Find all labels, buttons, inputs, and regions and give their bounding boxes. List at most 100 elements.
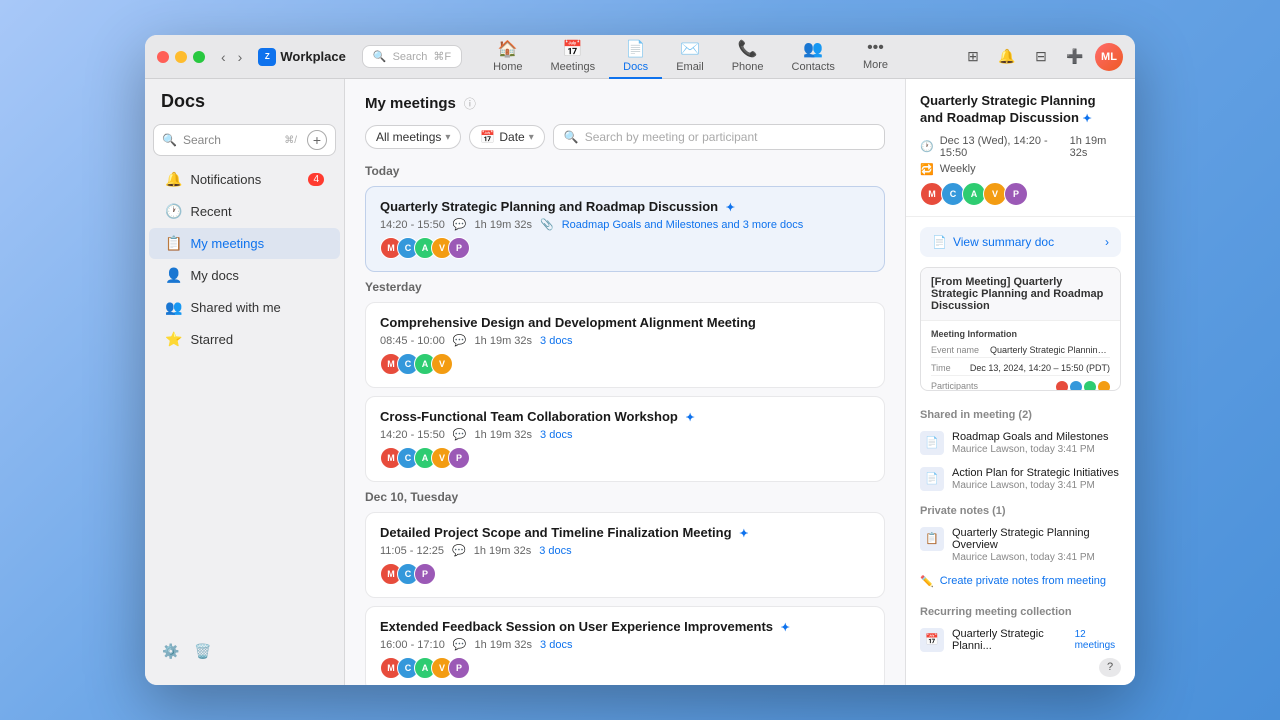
starred-icon: ⭐ <box>165 331 182 348</box>
recurring-meeting-item[interactable]: 📅 Quarterly Strategic Planni... 12 meeti… <box>906 622 1135 658</box>
shared-doc-info-1: Action Plan for Strategic Initiatives Ma… <box>952 467 1119 491</box>
sidebar-nav: 🔔 Notifications 4 🕐 Recent 📋 My meetings… <box>145 164 344 355</box>
shared-doc-1[interactable]: 📄 Action Plan for Strategic Initiatives … <box>906 461 1135 497</box>
more-icon: ••• <box>867 39 884 57</box>
add-button[interactable]: ➕ <box>1061 43 1089 71</box>
meeting-search-bar[interactable]: 🔍 Search by meeting or participant <box>553 124 885 150</box>
title-bar: ‹ › Z Workplace 🔍 Search ⌘F 🏠 Home 📅 Mee… <box>145 35 1135 79</box>
nav-phone[interactable]: 📞 Phone <box>718 35 778 79</box>
sidebar-search-icon: 🔍 <box>162 133 177 147</box>
meeting-card-2[interactable]: Cross-Functional Team Collaboration Work… <box>365 396 885 482</box>
meeting-docs-1[interactable]: 3 docs <box>540 335 572 347</box>
phone-icon: 📞 <box>738 39 758 59</box>
meeting-plus-icon: ✦ <box>1083 113 1092 125</box>
back-button[interactable]: ‹ <box>217 47 230 67</box>
brand-name: Workplace <box>280 49 346 64</box>
apps-button[interactable]: ⊞ <box>959 43 987 71</box>
shared-doc-title-1: Action Plan for Strategic Initiatives <box>952 467 1119 479</box>
sidebar-add-button[interactable]: + <box>307 130 327 150</box>
sidebar: Docs 🔍 Search ⌘/ + 🔔 Notifications 4 🕐 R… <box>145 79 345 685</box>
email-icon: ✉️ <box>680 39 700 59</box>
trash-button[interactable]: 🗑️ <box>189 637 217 665</box>
zoom-plus-icon: ✦ <box>726 202 735 214</box>
doc-row-participants: Participants <box>931 379 1110 391</box>
private-note-0[interactable]: 📋 Quarterly Strategic Planning Overview … <box>906 521 1135 569</box>
meeting-docs-2[interactable]: 3 docs <box>540 429 572 441</box>
main-panel: My meetings ⓘ All meetings ▾ 📅 Date ▾ 🔍 … <box>345 79 905 685</box>
settings-button[interactable]: ⚙️ <box>157 637 185 665</box>
meeting-name-1: Comprehensive Design and Development Ali… <box>380 315 870 330</box>
meetings-header: My meetings ⓘ <box>365 95 885 112</box>
nav-home[interactable]: 🏠 Home <box>479 35 536 79</box>
sidebar-item-my-meetings[interactable]: 📋 My meetings <box>149 228 340 259</box>
meeting-card-4[interactable]: Extended Feedback Session on User Experi… <box>365 606 885 685</box>
create-note-button[interactable]: ✏️ Create private notes from meeting <box>906 569 1135 598</box>
contacts-icon: 👥 <box>803 39 823 59</box>
doc-link-icon: 📎 <box>540 218 554 231</box>
notification-badge: 4 <box>308 173 324 186</box>
meeting-meta-0: 14:20 - 15:50 💬 1h 19m 32s 📎 Roadmap Goa… <box>380 218 870 231</box>
meeting-meta-4: 16:00 - 17:10 💬 1h 19m 32s 3 docs <box>380 638 870 651</box>
chat-icon-1: 💬 <box>453 334 467 347</box>
nav-email[interactable]: ✉️ Email <box>662 35 718 79</box>
meeting-card-1[interactable]: Comprehensive Design and Development Ali… <box>365 302 885 388</box>
meeting-meta-2: 14:20 - 15:50 💬 1h 19m 32s 3 docs <box>380 428 870 441</box>
private-notes-header: Private notes (1) <box>906 497 1135 521</box>
layout-button[interactable]: ⊟ <box>1027 43 1055 71</box>
chat-icon-2: 💬 <box>453 428 467 441</box>
dropdown-icon: ▾ <box>445 132 450 143</box>
shared-section-header: Shared in meeting (2) <box>906 401 1135 425</box>
detail-date-row: 🕐 Dec 13 (Wed), 14:20 - 15:50 1h 19m 32s <box>920 135 1121 159</box>
meeting-card-0[interactable]: Quarterly Strategic Planning and Roadmap… <box>365 186 885 272</box>
chat-icon-4: 💬 <box>453 638 467 651</box>
meeting-avatars-2: M C A V P <box>380 447 870 469</box>
notifications-bell[interactable]: 🔔 <box>993 43 1021 71</box>
meeting-avatars-1: M C A V <box>380 353 870 375</box>
date-filter[interactable]: 📅 Date ▾ <box>469 125 544 149</box>
zoom-brand: Z Workplace <box>258 48 346 66</box>
meeting-detail-meta: 🕐 Dec 13 (Wed), 14:20 - 15:50 1h 19m 32s… <box>920 135 1121 176</box>
notifications-icon: 🔔 <box>165 171 182 188</box>
meeting-card-3[interactable]: Detailed Project Scope and Timeline Fina… <box>365 512 885 598</box>
traffic-lights <box>157 51 205 63</box>
nav-meetings[interactable]: 📅 Meetings <box>536 35 609 79</box>
minimize-button[interactable] <box>175 51 187 63</box>
sidebar-item-shared[interactable]: 👥 Shared with me <box>149 292 340 323</box>
maximize-button[interactable] <box>193 51 205 63</box>
user-avatar[interactable]: ML <box>1095 43 1123 71</box>
sidebar-item-my-docs[interactable]: 👤 My docs <box>149 260 340 291</box>
info-icon: ⓘ <box>464 95 476 112</box>
close-button[interactable] <box>157 51 169 63</box>
zoom-plus-icon-3: ✦ <box>739 528 748 540</box>
zoom-plus-icon-4: ✦ <box>781 622 790 634</box>
search-icon: 🔍 <box>373 50 387 63</box>
nav-contacts[interactable]: 👥 Contacts <box>778 35 849 79</box>
avatar-b4: V <box>431 353 453 375</box>
doc-preview-header: [From Meeting] Quarterly Strategic Plann… <box>921 268 1120 321</box>
home-icon: 🏠 <box>498 39 518 59</box>
nav-more[interactable]: ••• More <box>849 35 902 79</box>
global-search-bar[interactable]: 🔍 Search ⌘F <box>362 45 462 68</box>
shared-doc-0[interactable]: 📄 Roadmap Goals and Milestones Maurice L… <box>906 425 1135 461</box>
help-button[interactable]: ? <box>1099 658 1121 677</box>
sidebar-bottom: ⚙️ 🗑️ <box>145 629 344 673</box>
meeting-meta-3: 11:05 - 12:25 💬 1h 19m 32s 3 docs <box>380 544 870 557</box>
sidebar-item-starred[interactable]: ⭐ Starred <box>149 324 340 355</box>
nav-docs[interactable]: 📄 Docs <box>609 35 662 79</box>
shared-doc-icon-0: 📄 <box>920 431 944 455</box>
meetings-title: My meetings <box>365 95 456 112</box>
all-meetings-filter[interactable]: All meetings ▾ <box>365 125 461 149</box>
doc-icon-sm: 📄 <box>932 235 947 249</box>
sidebar-item-recent[interactable]: 🕐 Recent <box>149 196 340 227</box>
meeting-docs-3[interactable]: 3 docs <box>539 545 571 557</box>
meeting-name-3: Detailed Project Scope and Timeline Fina… <box>380 525 870 540</box>
filters-bar: All meetings ▾ 📅 Date ▾ 🔍 Search by meet… <box>365 124 885 150</box>
forward-button[interactable]: › <box>234 47 247 67</box>
detail-avatar-5: P <box>1004 182 1028 206</box>
view-summary-button[interactable]: 📄 View summary doc › <box>920 227 1121 257</box>
sidebar-search[interactable]: 🔍 Search ⌘/ + <box>153 124 336 156</box>
doc-row-event: Event name Quarterly Strategic Planning … <box>931 343 1110 358</box>
meeting-docs-4[interactable]: 3 docs <box>540 639 572 651</box>
sidebar-item-notifications[interactable]: 🔔 Notifications 4 <box>149 164 340 195</box>
meeting-docs-0[interactable]: Roadmap Goals and Milestones and 3 more … <box>562 219 804 231</box>
